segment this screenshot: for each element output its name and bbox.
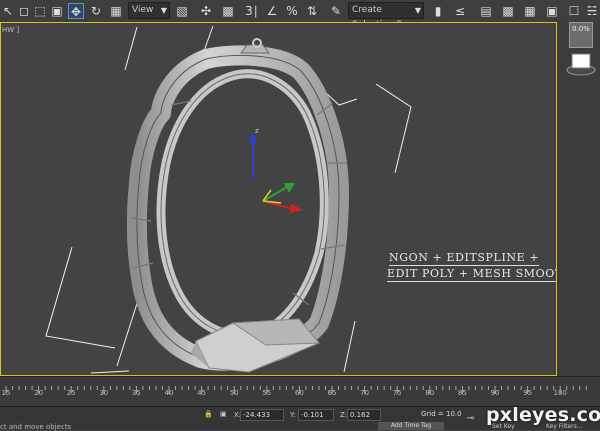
spinner-snap-icon[interactable]: ⇅ [304, 3, 320, 19]
keyboard-shortcut-icon[interactable]: ▩ [220, 3, 236, 19]
chevron-down-icon: ▼ [414, 6, 421, 15]
angle-snap-icon[interactable]: ∠ [264, 3, 280, 19]
select-rotate-icon[interactable]: ↻ [88, 3, 104, 19]
watermark-logo: pxleyes.com [486, 404, 600, 426]
view-cube[interactable]: 0.0% [569, 22, 593, 48]
x-coordinate-field[interactable]: -24.433 [240, 409, 284, 421]
timeline-tick-label: 50 [229, 389, 239, 397]
view-cube-ring-icon[interactable] [564, 52, 598, 78]
key-icon[interactable]: ⊸ [466, 413, 474, 424]
timeline-tick-label: 70 [360, 389, 370, 397]
align-icon[interactable]: ≤ [452, 3, 468, 19]
select-move-icon[interactable]: ✥ [68, 3, 84, 19]
select-object-icon[interactable]: ◻ [16, 3, 32, 19]
grid-size: Grid = 10.0 [421, 410, 462, 418]
render-icon[interactable]: ☵ [584, 3, 600, 19]
annotation-line-2: EDIT POLY + MESH SMOOTH [387, 267, 556, 282]
material-editor-icon[interactable]: ▣ [544, 3, 560, 19]
timeline-tick-label: 15 [1, 389, 11, 397]
curve-editor-icon[interactable]: ▩ [500, 3, 516, 19]
viewport-scene: z [45, 25, 412, 374]
mirror-icon[interactable]: ▮ [430, 3, 446, 19]
reference-coordinate-dropdown[interactable]: View ▼ [128, 2, 170, 19]
timeline-tick-label: 90 [490, 389, 500, 397]
percent-snap-icon[interactable]: % [284, 3, 300, 19]
schematic-view-icon[interactable]: ▦ [522, 3, 538, 19]
snap-toggle-icon[interactable]: 3∣ [244, 3, 260, 19]
lock-selection-icon[interactable]: 🔒 [204, 410, 213, 418]
timeline-tick-label: 95 [523, 389, 533, 397]
render-setup-icon[interactable]: ☐ [566, 3, 582, 19]
reference-coordinate-value: View [132, 5, 154, 15]
pivot-icon[interactable]: ▧ [174, 3, 190, 19]
timeline-tick-label: 100 [553, 389, 567, 397]
view-cube-percent: 0.0% [572, 25, 590, 33]
ring-model [126, 38, 349, 373]
window-crossing-icon[interactable]: ▣ [49, 3, 65, 19]
edit-named-selection-icon[interactable]: ✎ [328, 3, 344, 19]
perspective-viewport[interactable]: HW ] z NGON + EDITSPLINE + EDIT POLY + M… [0, 22, 557, 376]
timeline-tick-label: 55 [262, 389, 272, 397]
y-coordinate-field[interactable]: -0.101 [298, 409, 334, 421]
timeline-tick-label: 85 [457, 389, 467, 397]
timeline-tick-label: 35 [131, 389, 141, 397]
timeline-tick-label: 25 [66, 389, 76, 397]
gizmo-z-label: z [255, 127, 259, 135]
transform-gizmo: z [249, 127, 303, 213]
chevron-down-icon: ▼ [160, 6, 167, 15]
prompt-line: ct and move objects [0, 423, 72, 431]
timeline-tick-label: 45 [197, 389, 207, 397]
timeline-tick-label: 65 [327, 389, 337, 397]
absolute-mode-icon[interactable]: ▣ [220, 410, 227, 418]
named-selection-dropdown[interactable]: Create Selection S ▼ [348, 2, 424, 30]
timeline-tick-label: 75 [392, 389, 402, 397]
timeline-tick-label: 60 [294, 389, 304, 397]
main-toolbar: ↖ ◻ ⬚ ▣ ✥ ↻ ▦ View ▼ ▧ ✣ ▩ 3∣ ∠ % ⇅ ✎ Cr… [0, 0, 600, 30]
layer-manager-icon[interactable]: ▤ [478, 3, 494, 19]
timeline-tick-label: 20 [34, 389, 44, 397]
timeline-tick-label: 30 [99, 389, 109, 397]
select-region-icon[interactable]: ⬚ [32, 3, 48, 19]
timeline-tick-label: 40 [164, 389, 174, 397]
annotation-line-1: NGON + EDITSPLINE + [389, 251, 540, 266]
select-manipulate-icon[interactable]: ✣ [198, 3, 214, 19]
select-scale-icon[interactable]: ▦ [108, 3, 124, 19]
z-coordinate-field[interactable]: 0.162 [347, 409, 381, 421]
timeline-tick-label: 80 [425, 389, 435, 397]
y-label: Y: [290, 411, 296, 419]
timeline[interactable]: 15 20 25 30 35 40 45 50 55 60 65 70 75 80 85 90 95 100 [0, 376, 600, 407]
select-arrow-icon[interactable]: ↖ [0, 3, 16, 19]
